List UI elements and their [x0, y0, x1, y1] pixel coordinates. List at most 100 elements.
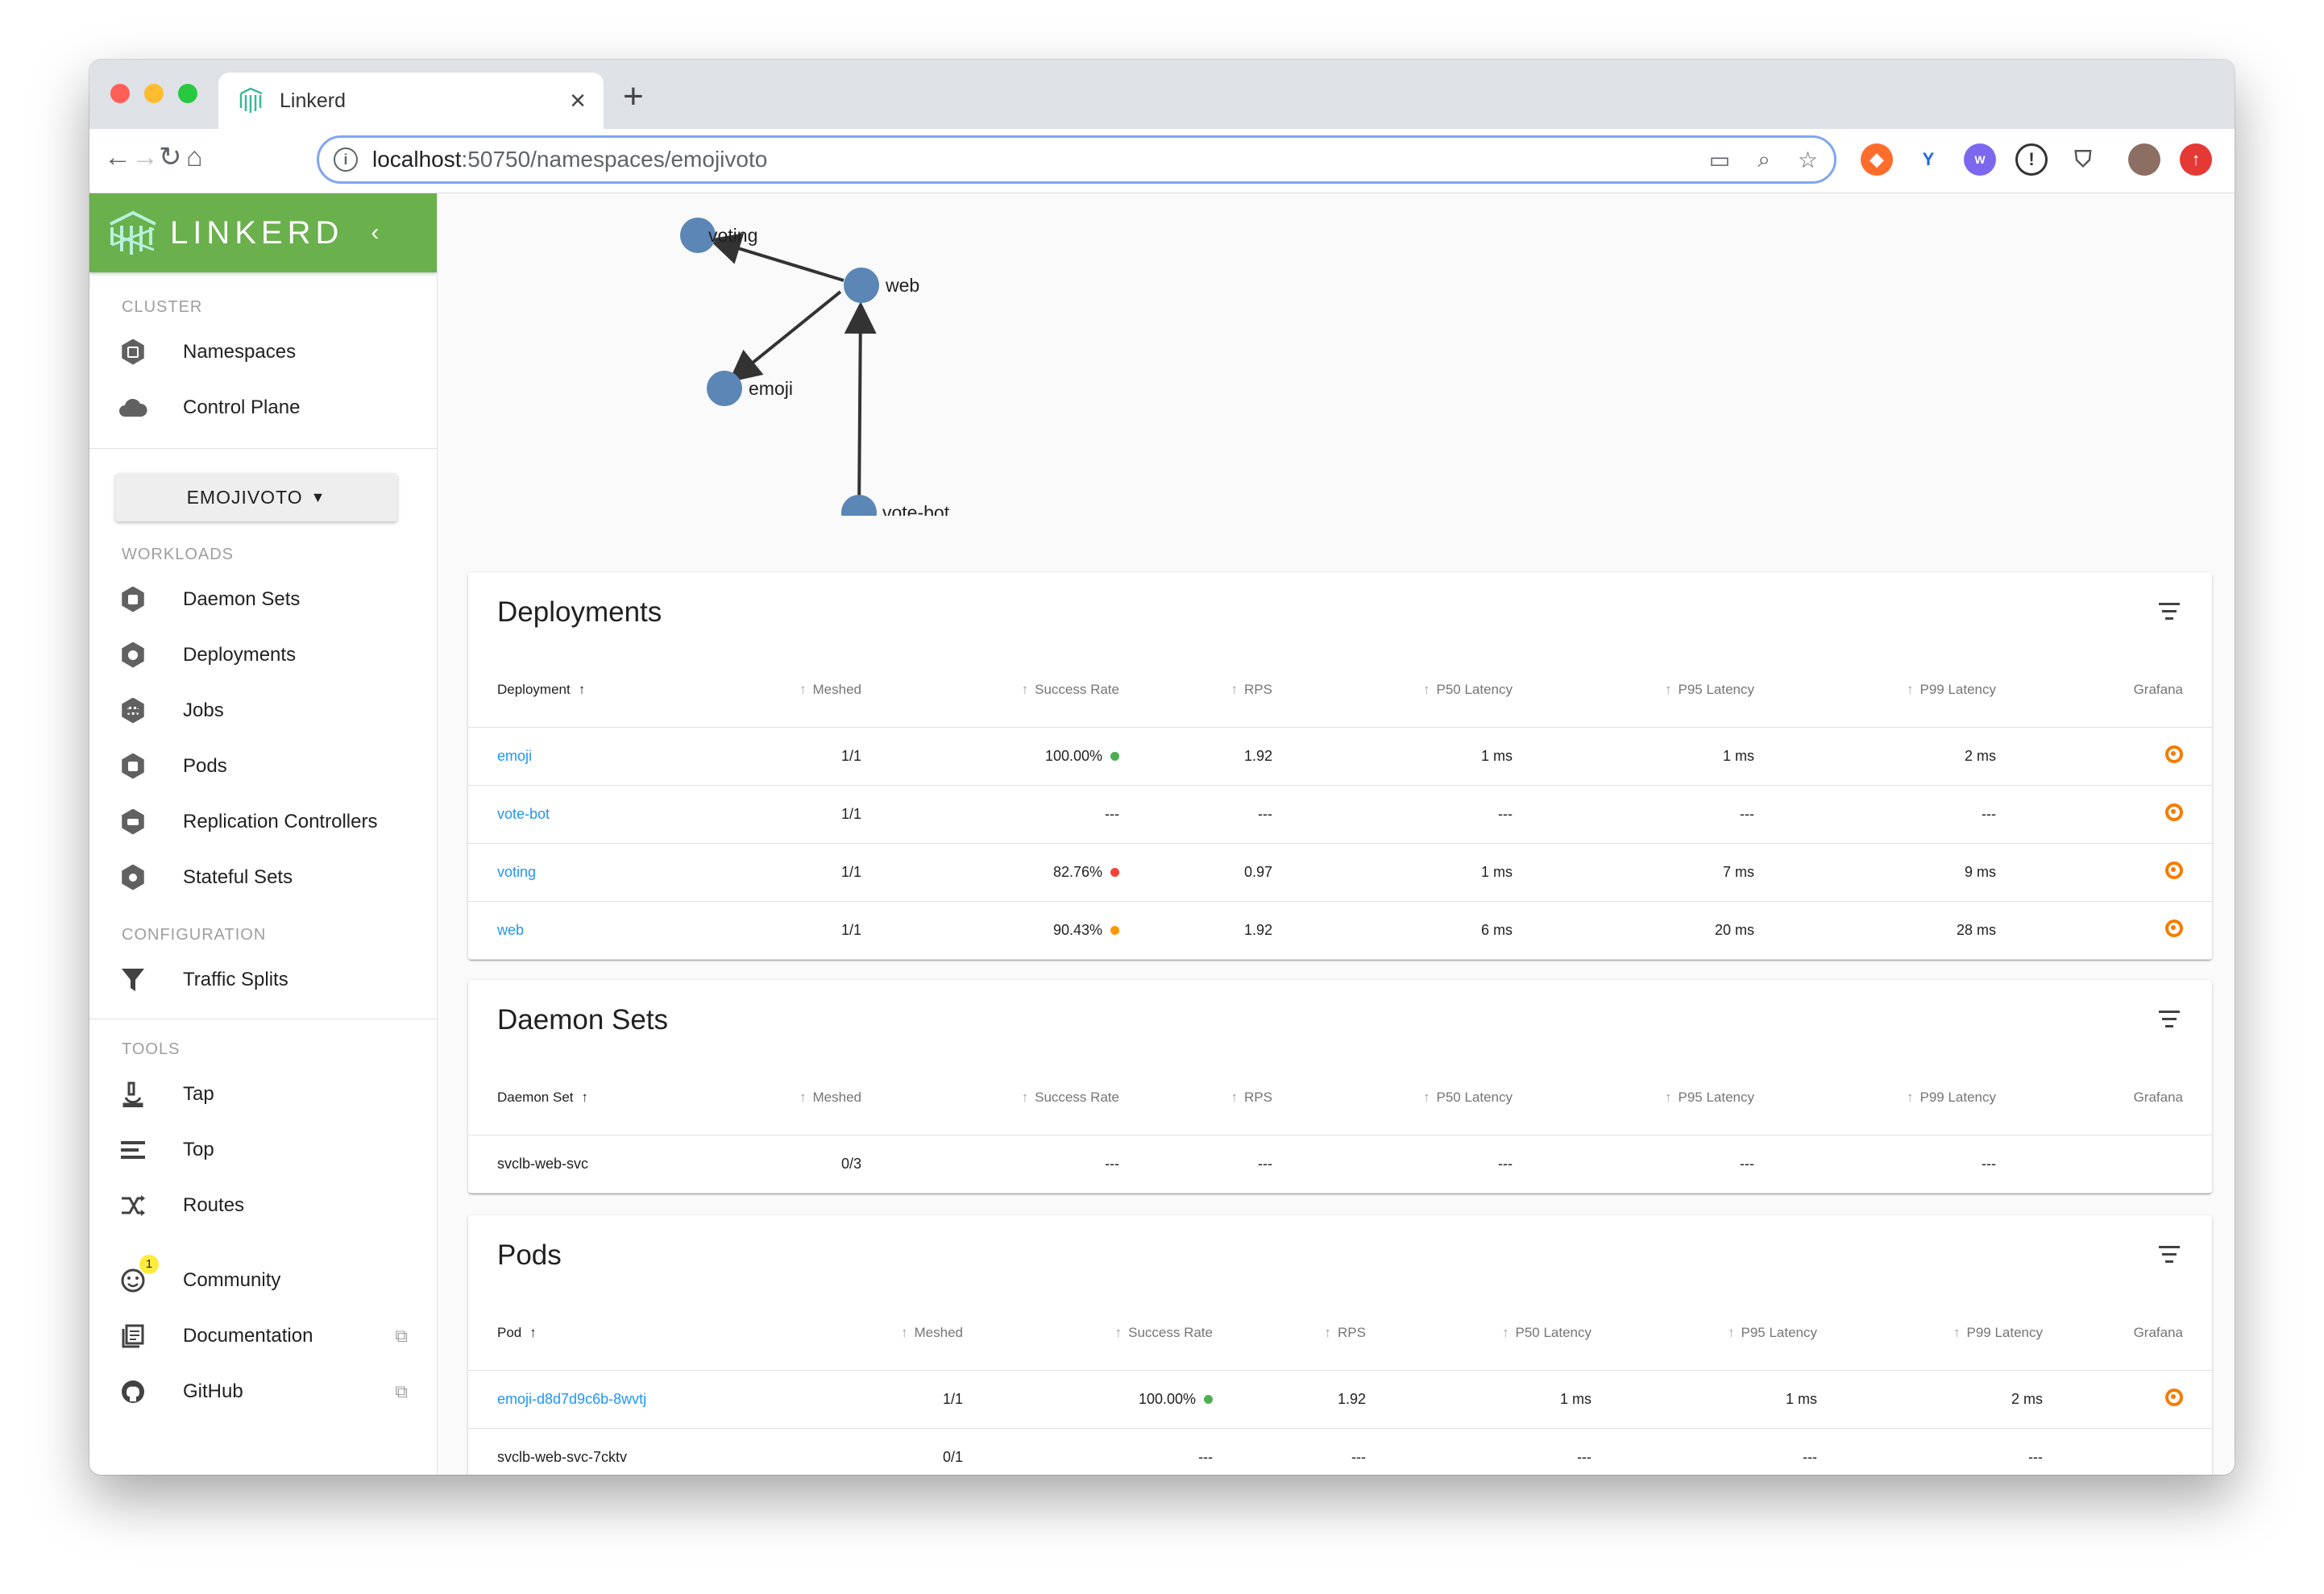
p95-cell: 1 ms — [1621, 1370, 1846, 1429]
p99-cell: --- — [1783, 785, 2025, 844]
sidebar-item-community[interactable]: 1 Community — [89, 1252, 437, 1308]
sidebar-item-documentation[interactable]: Documentation ⧉ — [89, 1308, 437, 1364]
p95-cell: 1 ms — [1542, 727, 1783, 786]
deployment-link[interactable]: voting — [468, 843, 645, 902]
update-arrow-icon[interactable]: ↑ — [2180, 143, 2212, 176]
sidebar-item-github[interactable]: GitHub ⧉ — [89, 1364, 437, 1419]
sidebar-item-label: Stateful Sets — [183, 865, 293, 888]
sidebar-item-replication-controllers[interactable]: Replication Controllers — [89, 794, 437, 849]
column-header-rps[interactable]: ↑ RPS — [1148, 1061, 1301, 1135]
deployment-link[interactable]: vote-bot — [468, 785, 645, 844]
browser-tab[interactable]: Linkerd × — [218, 73, 604, 129]
sidebar-item-deployments[interactable]: Deployments — [89, 627, 437, 683]
replication-controller-icon — [118, 807, 147, 836]
close-tab-icon[interactable]: × — [570, 87, 586, 114]
column-header-meshed[interactable]: ↑ Meshed — [645, 653, 890, 728]
sidebar-item-tap[interactable]: Tap — [89, 1066, 437, 1122]
namespace-selector-button[interactable]: EMOJIVOTO ▼ — [115, 473, 397, 521]
filter-list-icon[interactable] — [2157, 1011, 2181, 1030]
notification-badge: 1 — [139, 1254, 159, 1274]
rps-cell: --- — [1148, 785, 1301, 844]
column-header-daemon-set[interactable]: Daemon Set ↑ — [468, 1061, 645, 1135]
sidebar-item-stateful-sets[interactable]: Stateful Sets — [89, 849, 437, 905]
column-header-p99[interactable]: ↑ P99 Latency — [1783, 653, 2025, 728]
pocket-icon[interactable]: ⛉ — [2067, 143, 2099, 176]
card-title: Deployments — [497, 596, 662, 628]
reload-icon[interactable]: ↻ — [159, 143, 182, 171]
new-tab-button[interactable]: + — [623, 79, 644, 114]
collapse-sidebar-icon[interactable]: ‹ — [371, 219, 379, 247]
grafana-icon[interactable] — [2165, 861, 2183, 879]
sidebar-item-label: Daemon Sets — [183, 587, 301, 610]
sidebar-item-traffic-splits[interactable]: Traffic Splits — [89, 952, 437, 1007]
column-header-rps[interactable]: ↑ RPS — [1242, 1296, 1395, 1371]
sidebar-item-jobs[interactable]: Jobs — [89, 683, 437, 738]
zoom-icon[interactable]: ⌕ — [1758, 147, 1770, 173]
graph-node-emoji[interactable] — [707, 371, 742, 406]
extension-wappalyzer-icon[interactable]: W — [1964, 143, 1996, 176]
column-header-p50[interactable]: ↑ P50 Latency — [1395, 1296, 1621, 1371]
deployment-link[interactable]: emoji — [468, 727, 645, 786]
meshed-cell: 0/1 — [702, 1428, 992, 1475]
column-header-p95[interactable]: ↑ P95 Latency — [1542, 1061, 1783, 1135]
pod-link[interactable]: emoji-d8d7d9c6b-8wvtj — [468, 1370, 702, 1429]
grafana-icon[interactable] — [2165, 1388, 2183, 1406]
graph-node-vote-bot[interactable] — [841, 495, 877, 516]
namespace-selector-label: EMOJIVOTO — [186, 486, 303, 508]
graph-node-web[interactable] — [844, 268, 879, 303]
column-header-rps[interactable]: ↑ RPS — [1148, 653, 1301, 728]
back-arrow-icon[interactable]: ← — [104, 143, 131, 171]
column-header-pod[interactable]: Pod ↑ — [468, 1296, 702, 1371]
extension-git-icon[interactable]: ◆ — [1861, 143, 1893, 176]
grafana-icon[interactable] — [2165, 919, 2183, 937]
minimize-window-button[interactable] — [144, 84, 164, 103]
close-window-button[interactable] — [110, 84, 130, 103]
grafana-icon[interactable] — [2165, 745, 2183, 763]
column-header-success-rate[interactable]: ↑ Success Rate — [890, 1061, 1148, 1135]
forward-arrow-icon[interactable]: → — [131, 143, 159, 171]
table-row: voting 1/1 82.76% 0.97 1 ms 7 ms 9 ms — [468, 843, 2212, 902]
extension-y-icon[interactable]: Y — [1912, 143, 1944, 176]
sidebar-item-control-plane[interactable]: Control Plane — [89, 380, 437, 435]
success-rate-cell: --- — [992, 1428, 1242, 1475]
address-bar[interactable]: i localhost:50750/namespaces/emojivoto ▭… — [317, 135, 1836, 184]
graph-node-label: voting — [708, 225, 757, 246]
sidebar-item-daemon-sets[interactable]: Daemon Sets — [89, 571, 437, 627]
column-header-p99[interactable]: ↑ P99 Latency — [1846, 1296, 2072, 1371]
column-header-p99[interactable]: ↑ P99 Latency — [1783, 1061, 2025, 1135]
extension-1password-icon[interactable]: ! — [2015, 143, 2048, 176]
p50-cell: 1 ms — [1301, 727, 1542, 786]
book-icon — [118, 1322, 147, 1351]
deployment-link[interactable]: web — [468, 901, 645, 960]
column-header-deployment[interactable]: Deployment ↑ — [468, 653, 645, 728]
column-header-p50[interactable]: ↑ P50 Latency — [1301, 1061, 1542, 1135]
column-header-meshed[interactable]: ↑ Meshed — [702, 1296, 992, 1371]
meshed-cell: 1/1 — [702, 1370, 992, 1429]
sidebar-item-top[interactable]: Top — [89, 1122, 437, 1177]
table-row: web 1/1 90.43% 1.92 6 ms 20 ms 28 ms — [468, 901, 2212, 960]
column-header-p95[interactable]: ↑ P95 Latency — [1621, 1296, 1846, 1371]
namespace-topology-graph: voting web emoji vote-bot — [680, 218, 950, 516]
sidebar-item-routes[interactable]: Routes — [89, 1177, 437, 1233]
user-avatar-icon[interactable] — [2128, 143, 2160, 176]
column-header-meshed[interactable]: ↑ Meshed — [645, 1061, 890, 1135]
external-link-icon: ⧉ — [395, 1325, 408, 1346]
column-header-success-rate[interactable]: ↑ Success Rate — [890, 653, 1148, 728]
workloads-section-title: WORKLOADS — [122, 546, 234, 563]
sidebar-item-namespaces[interactable]: Namespaces — [89, 324, 437, 380]
column-header-p95[interactable]: ↑ P95 Latency — [1542, 653, 1783, 728]
filter-list-icon[interactable] — [2157, 1246, 2181, 1265]
p99-cell: 28 ms — [1783, 901, 2025, 960]
cast-icon[interactable]: ▭ — [1709, 147, 1730, 173]
filter-list-icon[interactable] — [2157, 603, 2181, 622]
sidebar-item-pods[interactable]: Pods — [89, 738, 437, 794]
column-header-p50[interactable]: ↑ P50 Latency — [1301, 653, 1542, 728]
site-info-icon[interactable]: i — [334, 147, 358, 172]
home-icon[interactable]: ⌂ — [186, 143, 203, 171]
bookmark-star-icon[interactable]: ☆ — [1798, 147, 1818, 173]
column-header-grafana: Grafana — [2025, 1061, 2212, 1135]
grafana-icon[interactable] — [2165, 803, 2183, 821]
grafana-cell — [2025, 843, 2212, 902]
column-header-success-rate[interactable]: ↑ Success Rate — [992, 1296, 1242, 1371]
maximize-window-button[interactable] — [178, 84, 197, 103]
